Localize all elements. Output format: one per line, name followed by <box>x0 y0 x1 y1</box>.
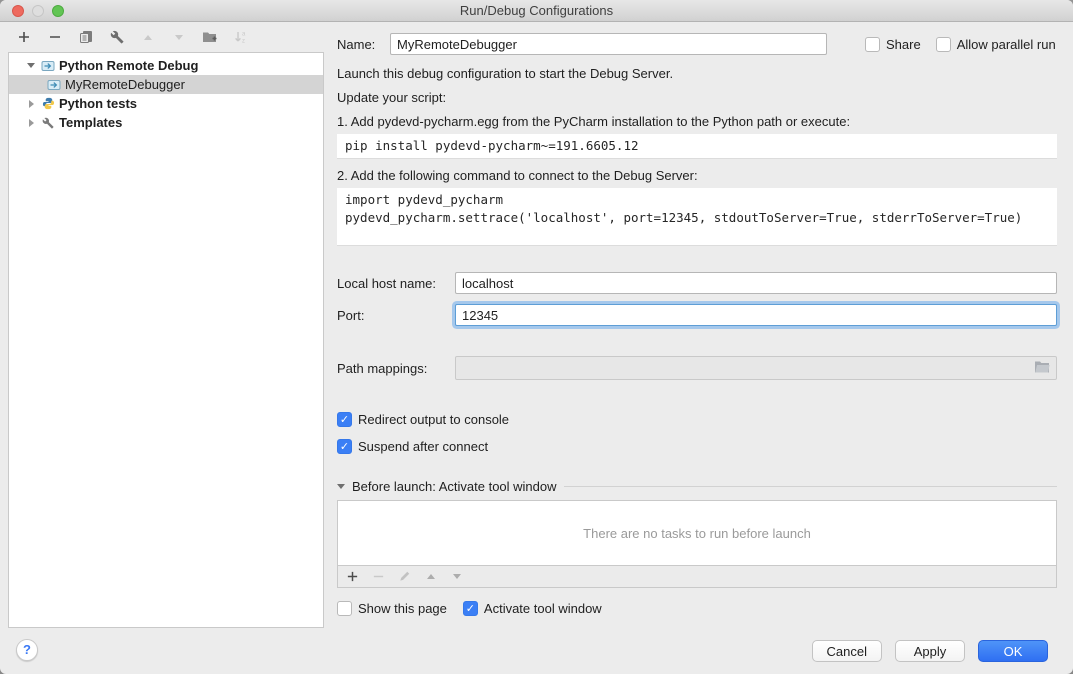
close-window-button[interactable] <box>12 5 24 17</box>
pip-install-code: pip install pydevd-pycharm~=191.6605.12 <box>337 134 1057 159</box>
run-debug-configurations-dialog: Run/Debug Configurations <box>0 0 1073 674</box>
suspend-after-connect-row: Suspend after connect <box>337 437 1057 455</box>
suspend-after-connect-checkbox[interactable] <box>337 439 352 454</box>
title-bar[interactable]: Run/Debug Configurations <box>0 0 1073 22</box>
remote-debug-config-icon <box>47 78 61 92</box>
window-title: Run/Debug Configurations <box>460 3 613 18</box>
chevron-down-icon[interactable] <box>25 60 37 72</box>
chevron-down-icon[interactable] <box>337 484 345 489</box>
move-up-icon <box>424 570 437 583</box>
allow-parallel-run-label: Allow parallel run <box>957 37 1056 52</box>
wrench-icon <box>41 116 55 130</box>
new-folder-icon[interactable] <box>202 30 217 45</box>
divider <box>564 486 1057 487</box>
settrace-code-line2: pydevd_pycharm.settrace('localhost', por… <box>345 209 1049 227</box>
cancel-button[interactable]: Cancel <box>812 640 882 662</box>
add-icon[interactable] <box>346 570 359 583</box>
name-row: Name: Share Allow parallel run <box>337 33 1057 55</box>
intro-text: Launch this debug configuration to start… <box>337 65 1057 83</box>
apply-button[interactable]: Apply <box>895 640 965 662</box>
show-this-page-label: Show this page <box>358 601 447 616</box>
dialog-body: az Python Remote Debug MyRemoteDebugger <box>0 22 1073 673</box>
allow-parallel-run-checkbox[interactable] <box>936 37 951 52</box>
redirect-output-label: Redirect output to console <box>358 412 509 427</box>
activate-tool-window-label: Activate tool window <box>484 601 602 616</box>
local-host-row: Local host name: <box>337 272 1057 294</box>
move-up-icon <box>140 30 155 45</box>
local-host-input[interactable] <box>455 272 1057 294</box>
before-launch-header[interactable]: Before launch: Activate tool window <box>337 479 1057 494</box>
page-options-row: Show this page Activate tool window <box>337 601 1057 616</box>
chevron-right-icon[interactable] <box>25 98 37 110</box>
before-launch-title: Before launch: Activate tool window <box>352 479 557 494</box>
chevron-right-icon[interactable] <box>25 117 37 129</box>
share-checkbox[interactable] <box>865 37 880 52</box>
tree-item-label: MyRemoteDebugger <box>65 77 185 92</box>
window-controls <box>12 5 64 17</box>
path-mappings-label: Path mappings: <box>337 361 455 376</box>
tree-item-python-remote-debug[interactable]: Python Remote Debug <box>9 56 323 75</box>
copy-icon[interactable] <box>78 30 93 45</box>
python-icon <box>41 97 55 111</box>
move-down-icon <box>450 570 463 583</box>
name-input[interactable] <box>390 33 827 55</box>
step1-text: 1. Add pydevd-pycharm.egg from the PyCha… <box>337 113 1057 131</box>
settrace-code: import pydevd_pycharm pydevd_pycharm.set… <box>337 188 1057 246</box>
allow-parallel-group: Allow parallel run <box>936 37 1056 52</box>
tree-item-python-tests[interactable]: Python tests <box>9 94 323 113</box>
add-icon[interactable] <box>16 30 31 45</box>
before-launch-task-list[interactable]: There are no tasks to run before launch <box>337 500 1057 566</box>
remote-debug-config-icon <box>41 59 55 73</box>
edit-icon <box>398 570 411 583</box>
show-this-page-checkbox[interactable] <box>337 601 352 616</box>
tree-item-myremotedebugger[interactable]: MyRemoteDebugger <box>9 75 323 94</box>
share-group: Share <box>865 37 921 52</box>
path-mappings-input[interactable] <box>455 356 1057 380</box>
before-launch-toolbar <box>337 566 1057 588</box>
remove-icon <box>372 570 385 583</box>
sidebar: az Python Remote Debug MyRemoteDebugger <box>0 22 324 673</box>
sort-alphabetically-icon: az <box>233 30 248 45</box>
port-row: Port: <box>337 304 1057 326</box>
redirect-output-row: Redirect output to console <box>337 410 1057 428</box>
settrace-code-line1: import pydevd_pycharm <box>345 191 1049 209</box>
tree-item-label: Python Remote Debug <box>59 58 198 73</box>
configuration-form: Name: Share Allow parallel run Launch th… <box>324 22 1073 673</box>
move-down-icon <box>171 30 186 45</box>
browse-folder-icon[interactable] <box>1034 360 1050 376</box>
svg-text:a: a <box>242 32 246 38</box>
suspend-after-connect-label: Suspend after connect <box>358 439 488 454</box>
path-mappings-row: Path mappings: <box>337 356 1057 380</box>
minimize-window-button <box>32 5 44 17</box>
update-script-text: Update your script: <box>337 89 1057 107</box>
edit-templates-icon[interactable] <box>109 30 124 45</box>
svg-text:z: z <box>242 39 245 45</box>
remove-icon[interactable] <box>47 30 62 45</box>
help-button[interactable]: ? <box>16 639 38 661</box>
ok-button[interactable]: OK <box>978 640 1048 662</box>
dialog-buttons: Cancel Apply OK <box>812 640 1048 662</box>
tree-item-templates[interactable]: Templates <box>9 113 323 132</box>
before-launch-empty-text: There are no tasks to run before launch <box>583 526 811 541</box>
configurations-tree: Python Remote Debug MyRemoteDebugger Pyt… <box>8 52 324 628</box>
local-host-label: Local host name: <box>337 276 455 291</box>
tree-item-label: Templates <box>59 115 122 130</box>
port-input[interactable] <box>455 304 1057 326</box>
port-label: Port: <box>337 308 455 323</box>
tree-item-label: Python tests <box>59 96 137 111</box>
sidebar-toolbar: az <box>8 22 248 52</box>
redirect-output-checkbox[interactable] <box>337 412 352 427</box>
zoom-window-button[interactable] <box>52 5 64 17</box>
activate-tool-window-checkbox[interactable] <box>463 601 478 616</box>
share-label: Share <box>886 37 921 52</box>
name-label: Name: <box>337 37 390 52</box>
step2-text: 2. Add the following command to connect … <box>337 167 1057 185</box>
